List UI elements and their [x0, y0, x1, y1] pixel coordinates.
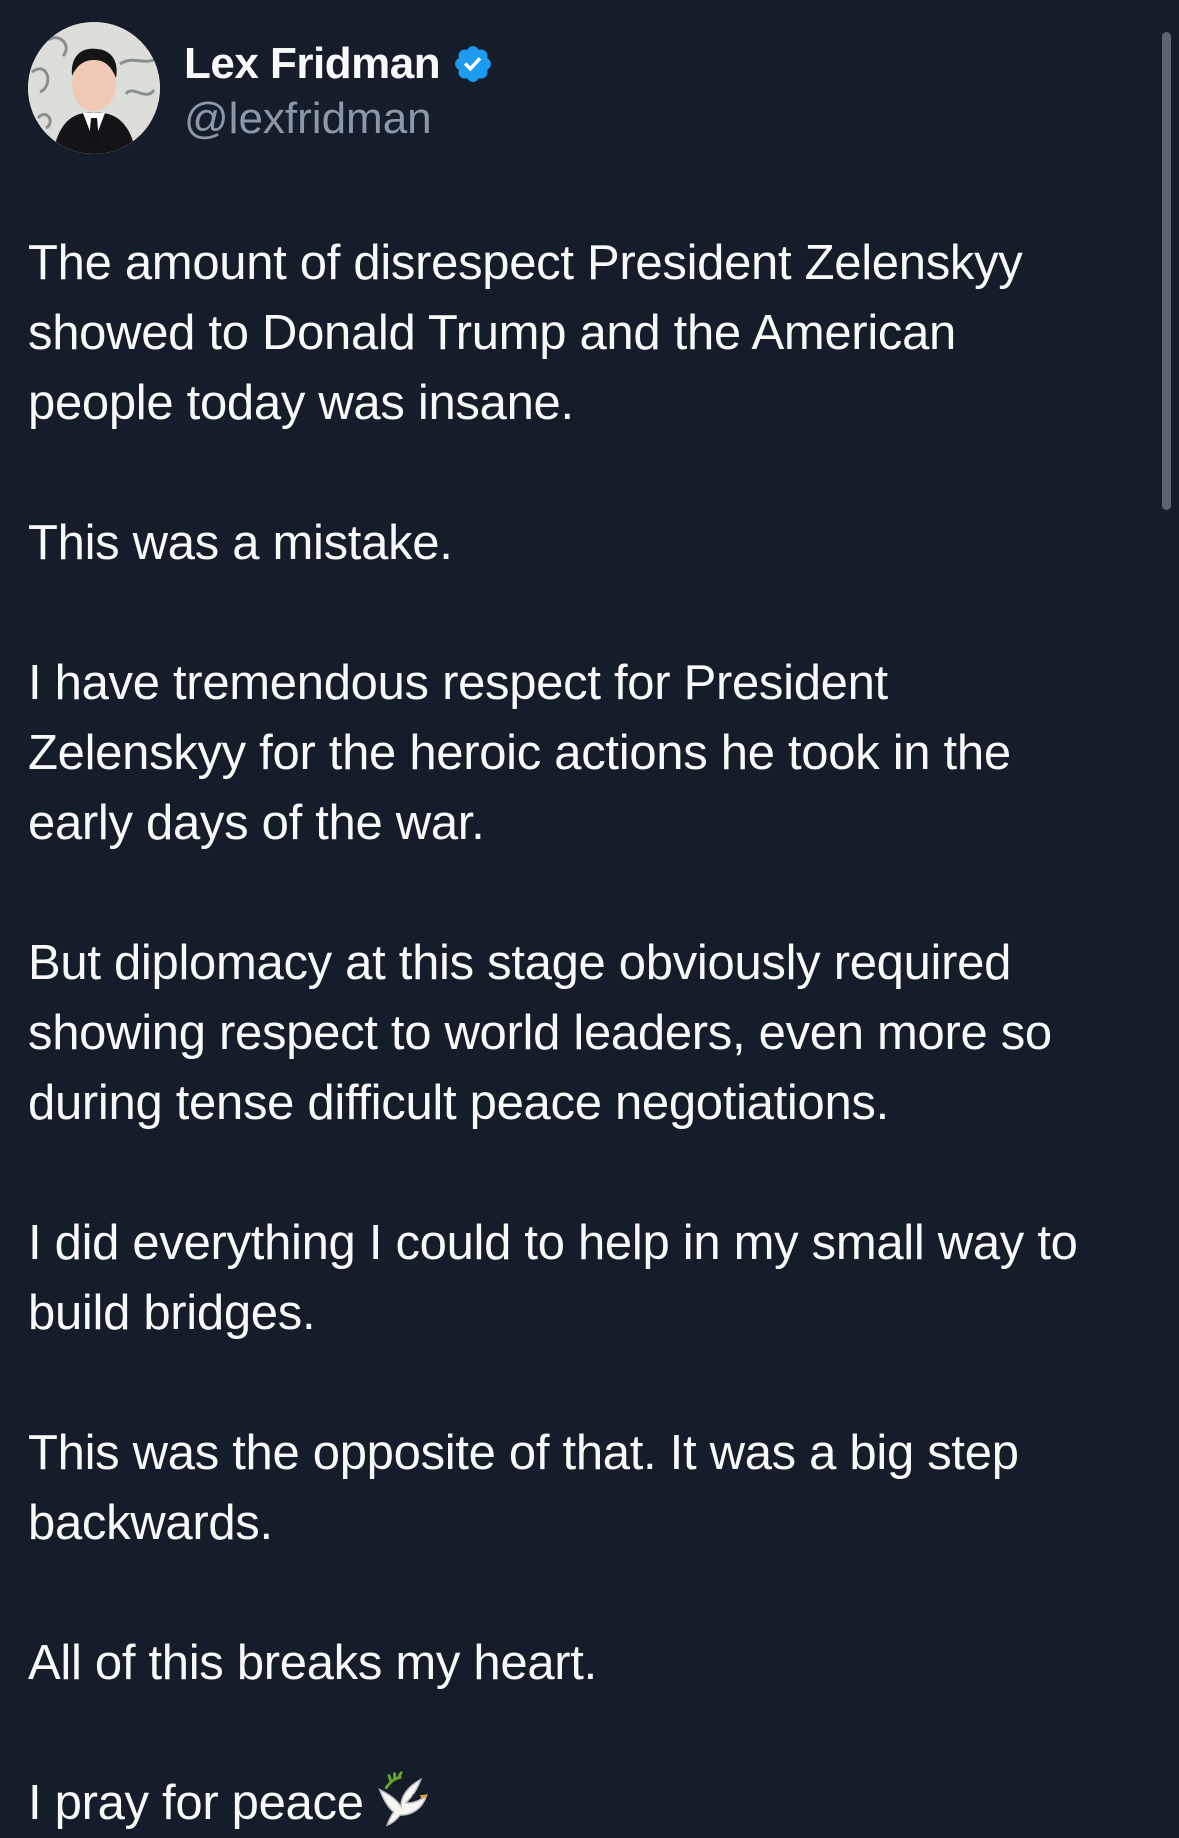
- tweet-paragraph: But diplomacy at this stage obviously re…: [28, 936, 1052, 1130]
- tweet-header: Lex Fridman @lexfridman: [28, 22, 494, 156]
- tweet-text: The amount of disrespect President Zelen…: [28, 228, 1138, 1838]
- avatar[interactable]: [28, 22, 160, 154]
- tweet-paragraph: I did everything I could to help in my s…: [28, 1216, 1078, 1340]
- author-display-name[interactable]: Lex Fridman: [184, 39, 441, 89]
- tweet-paragraph: All of this breaks my heart.: [28, 1636, 597, 1690]
- scrollbar[interactable]: [1162, 32, 1171, 510]
- tweet-paragraph: This was the opposite of that. It was a …: [28, 1426, 1019, 1550]
- tweet-card: Lex Fridman @lexfridman The amount of di…: [0, 0, 1179, 1837]
- profile-photo-icon: [28, 22, 160, 154]
- author-name-row: Lex Fridman: [184, 36, 494, 92]
- tweet-paragraph: The amount of disrespect President Zelen…: [28, 236, 1023, 430]
- tweet-paragraph-text: I pray for peace: [28, 1776, 364, 1830]
- author-identity: Lex Fridman @lexfridman: [184, 22, 494, 144]
- author-handle[interactable]: @lexfridman: [184, 94, 494, 144]
- tweet-paragraph: This was a mistake.: [28, 516, 453, 570]
- dove-icon: [377, 1771, 428, 1827]
- tweet-final-paragraph: I pray for peace: [28, 1768, 1138, 1838]
- tweet-paragraph: I have tremendous respect for President …: [28, 656, 1011, 850]
- verified-badge-icon: [455, 46, 492, 82]
